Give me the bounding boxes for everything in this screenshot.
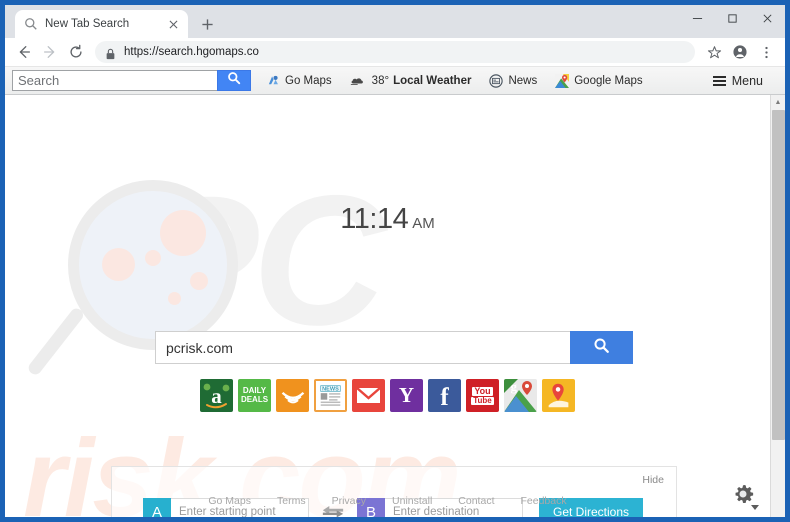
search-icon <box>227 71 241 90</box>
footer-link-go-maps[interactable]: Go Maps <box>208 495 251 507</box>
tile-amazon[interactable]: a <box>200 379 233 412</box>
main-search-button[interactable] <box>570 331 633 364</box>
search-button[interactable] <box>217 70 251 91</box>
tile-facebook[interactable]: f <box>428 379 461 412</box>
toolbar-links: Go Maps 38° Local Weather News Google Ma… <box>267 73 661 88</box>
close-icon[interactable] <box>166 17 181 32</box>
tile-label: Y <box>398 383 415 407</box>
hijacker-toolbar: Go Maps 38° Local Weather News <box>5 67 785 95</box>
tab-strip: New Tab Search <box>5 5 785 38</box>
tab-new-tab-search[interactable]: New Tab Search <box>15 10 188 38</box>
arrow-right-icon[interactable] <box>37 39 63 65</box>
toolbar-link-label: Google Maps <box>574 74 643 87</box>
scroll-up-icon[interactable]: ▲ <box>770 95 785 110</box>
tile-news[interactable]: NEWS <box>314 379 347 412</box>
hide-link[interactable]: Hide <box>642 474 664 486</box>
toolbar-link-label: News <box>508 74 538 87</box>
browser-window: New Tab Search https://search.hgomaps.co… <box>0 0 790 522</box>
toolbar-link-google-maps[interactable]: Google Maps <box>555 73 643 88</box>
window-close-icon[interactable] <box>750 5 785 32</box>
url-text: https://search.hgomaps.co <box>124 46 259 58</box>
toolbar-link-news[interactable]: News <box>489 73 538 88</box>
news-icon <box>489 73 504 88</box>
arrow-left-icon[interactable] <box>11 39 37 65</box>
footer-links: Go Maps Terms Privacy Uninstall Contact … <box>5 495 770 507</box>
main-search <box>155 331 633 364</box>
main-search-input[interactable] <box>155 331 570 364</box>
new-tab-page: PC risk.com 11:14AM <box>5 95 770 517</box>
window-controls <box>680 5 785 38</box>
footer-link-uninstall[interactable]: Uninstall <box>392 495 432 507</box>
scrollbar-thumb[interactable] <box>772 110 785 440</box>
tile-label: You <box>472 385 493 396</box>
chevron-down-icon[interactable] <box>751 505 759 510</box>
toolbar-menu-label: Menu <box>731 74 763 88</box>
toolbar-link-local-weather[interactable]: 38° Local Weather <box>350 74 472 87</box>
toolbar-link-label: Local Weather <box>393 74 472 87</box>
page-viewport: PC risk.com 11:14AM <box>5 95 785 517</box>
svg-text:a: a <box>211 384 222 408</box>
search-input[interactable] <box>12 70 217 91</box>
plus-icon[interactable] <box>194 11 220 37</box>
toolbar-menu-button[interactable]: Menu <box>712 67 763 95</box>
shortcut-tiles: a DAILY DEALS NEWS Y f You Tube g <box>5 379 770 412</box>
tile-daily-deals[interactable]: DAILY DEALS <box>238 379 271 412</box>
cloud-icon <box>350 75 367 86</box>
clock: 11:14 AM <box>5 203 770 236</box>
tile-gmail[interactable] <box>352 379 385 412</box>
footer-link-privacy[interactable]: Privacy <box>332 495 366 507</box>
lock-icon <box>105 47 116 59</box>
tile-label: Tube <box>471 395 494 405</box>
toolbar-link-go-maps[interactable]: Go Maps <box>267 74 332 87</box>
tile-label: DEALS <box>240 394 269 404</box>
svg-text:g: g <box>511 379 518 394</box>
account-circle-icon[interactable] <box>727 39 753 65</box>
tile-youtube[interactable]: You Tube <box>466 379 499 412</box>
star-icon[interactable] <box>701 39 727 65</box>
tile-google-maps[interactable]: g <box>504 379 537 412</box>
directions-panel: Hide A B <box>111 466 677 517</box>
tab-title: New Tab Search <box>45 18 130 30</box>
tile-label: f <box>440 384 449 411</box>
hamburger-icon <box>712 76 726 86</box>
search-icon <box>24 17 38 31</box>
reload-icon[interactable] <box>63 39 89 65</box>
tile-map-pin[interactable] <box>542 379 575 412</box>
toolbar-link-label: Go Maps <box>285 74 332 87</box>
clock-ampm: AM <box>412 215 435 232</box>
maximize-icon[interactable] <box>715 5 750 32</box>
toolbar-search-group <box>12 70 251 91</box>
footer-link-contact[interactable]: Contact <box>458 495 494 507</box>
svg-text:NEWS: NEWS <box>322 387 339 393</box>
search-icon <box>593 337 610 359</box>
clock-time: 11:14 <box>340 203 409 235</box>
page-scrollbar[interactable]: ▲ <box>770 95 785 517</box>
three-dots-vertical-icon[interactable] <box>753 39 779 65</box>
tile-yahoo[interactable]: Y <box>390 379 423 412</box>
footer-link-feedback[interactable]: Feedback <box>520 495 566 507</box>
minimize-icon[interactable] <box>680 5 715 32</box>
tile-audible[interactable] <box>276 379 309 412</box>
go-maps-icon <box>267 74 280 87</box>
url-bar[interactable]: https://search.hgomaps.co <box>95 41 695 63</box>
chrome-frame: New Tab Search https://search.hgomaps.co… <box>5 5 785 517</box>
footer-link-terms[interactable]: Terms <box>277 495 306 507</box>
address-bar: https://search.hgomaps.co <box>5 38 785 67</box>
toolbar-temperature: 38° <box>371 74 390 87</box>
settings-button[interactable] <box>726 479 760 513</box>
google-maps-icon <box>555 73 570 88</box>
